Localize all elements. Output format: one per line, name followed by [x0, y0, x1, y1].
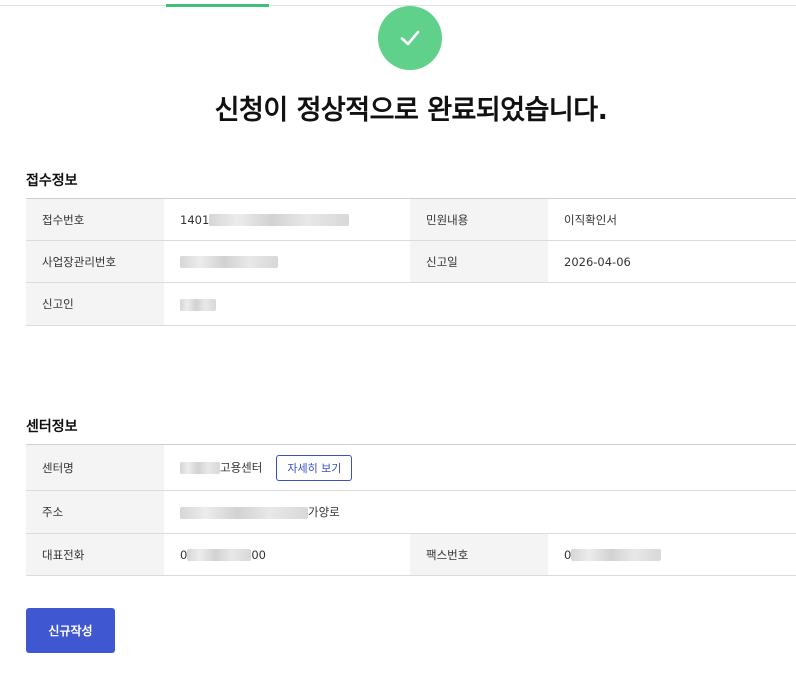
view-details-button[interactable]: 자세히 보기 — [276, 454, 353, 481]
petition-value: 이직확인서 — [548, 198, 796, 241]
check-icon — [400, 30, 420, 46]
fax-label: 팩스번호 — [410, 533, 548, 576]
address-suffix: 가양로 — [308, 505, 340, 519]
petition-label: 민원내용 — [410, 198, 548, 241]
reporter-value — [164, 282, 796, 326]
active-tab-indicator — [166, 4, 269, 7]
center-name-suffix: 고용센터 — [220, 460, 263, 474]
phone-value: 0 00 — [164, 533, 410, 576]
workplace-no-label: 사업장관리번호 — [26, 240, 164, 283]
center-section-title: 센터정보 — [26, 419, 78, 435]
center-name-value: 고용센터 자세히 보기 — [164, 444, 796, 491]
center-name-label: 센터명 — [26, 444, 164, 491]
table-row: 센터명 고용센터 자세히 보기 — [26, 444, 796, 491]
phone-suffix: 00 — [251, 547, 266, 562]
address-label: 주소 — [26, 490, 164, 534]
redacted-center-name — [180, 461, 220, 474]
address-value: 가양로 — [164, 490, 796, 534]
table-row: 접수번호 1401 민원내용 이직확인서 — [26, 198, 796, 241]
redacted-phone — [187, 549, 252, 561]
phone-label: 대표전화 — [26, 533, 164, 576]
page-title: 신청이 정상적으로 완료되었습니다. — [214, 95, 608, 126]
reporter-label: 신고인 — [26, 282, 164, 326]
table-row: 사업장관리번호 신고일 2026-04-06 — [26, 240, 796, 283]
table-row: 대표전화 0 00 팩스번호 0 — [26, 533, 796, 576]
workplace-no-value — [164, 240, 410, 283]
redacted-fax — [571, 549, 662, 561]
receipt-no-value: 1401 — [164, 198, 410, 241]
top-divider — [0, 5, 796, 6]
fax-value: 0 — [548, 533, 796, 576]
redacted-receipt-no — [209, 214, 350, 226]
redacted-address — [180, 506, 308, 519]
new-application-button[interactable]: 신규작성 — [26, 608, 115, 653]
success-badge — [378, 6, 442, 70]
receipt-section-title: 접수정보 — [26, 173, 78, 189]
report-date-label: 신고일 — [410, 240, 548, 283]
table-row: 주소 가양로 — [26, 490, 796, 534]
receipt-info-table: 접수번호 1401 민원내용 이직확인서 사업장관리번호 신고일 2026-04… — [26, 198, 796, 326]
table-row: 신고인 — [26, 282, 796, 326]
phone-prefix: 0 — [180, 547, 188, 562]
report-date-value: 2026-04-06 — [548, 240, 796, 283]
receipt-no-label: 접수번호 — [26, 198, 164, 241]
fax-prefix: 0 — [564, 547, 572, 562]
redacted-workplace-no — [180, 256, 278, 268]
redacted-reporter — [180, 298, 216, 311]
receipt-no-text: 1401 — [180, 212, 210, 227]
center-info-table: 센터명 고용센터 자세히 보기 주소 가양로 대표전화 0 00 팩스번호 0 — [26, 444, 796, 576]
